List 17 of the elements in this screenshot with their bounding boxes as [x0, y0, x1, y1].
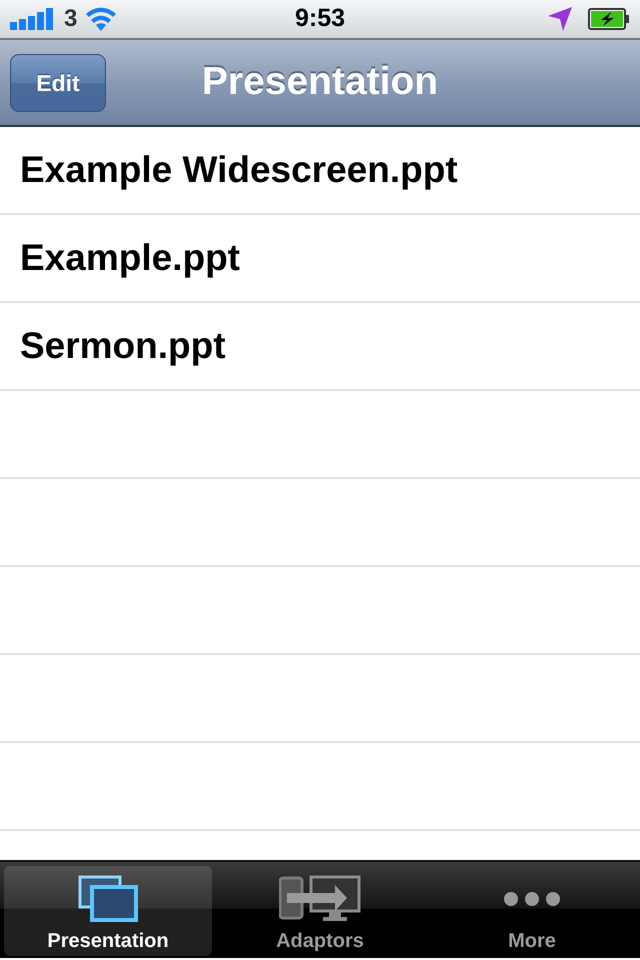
adaptor-icon	[279, 875, 361, 923]
tab[interactable]: Adaptors	[216, 866, 424, 956]
screen-title: Presentation	[202, 59, 438, 106]
edit-button[interactable]: Edit	[10, 54, 106, 112]
more-icon	[503, 891, 561, 907]
tab[interactable]: Presentation	[4, 866, 212, 956]
clock: 9:53	[294, 3, 346, 34]
file-name: Sermon.ppt	[20, 324, 226, 368]
signal-icon	[10, 8, 56, 30]
screens-icon	[78, 875, 138, 923]
file-name: Example.ppt	[20, 236, 240, 280]
tab[interactable]: More	[428, 866, 636, 956]
battery-icon	[588, 8, 630, 30]
file-name: Example Widescreen.ppt	[20, 148, 458, 192]
location-arrow-icon	[548, 7, 572, 31]
carrier-label: 3	[64, 4, 78, 34]
wifi-icon	[85, 7, 118, 31]
